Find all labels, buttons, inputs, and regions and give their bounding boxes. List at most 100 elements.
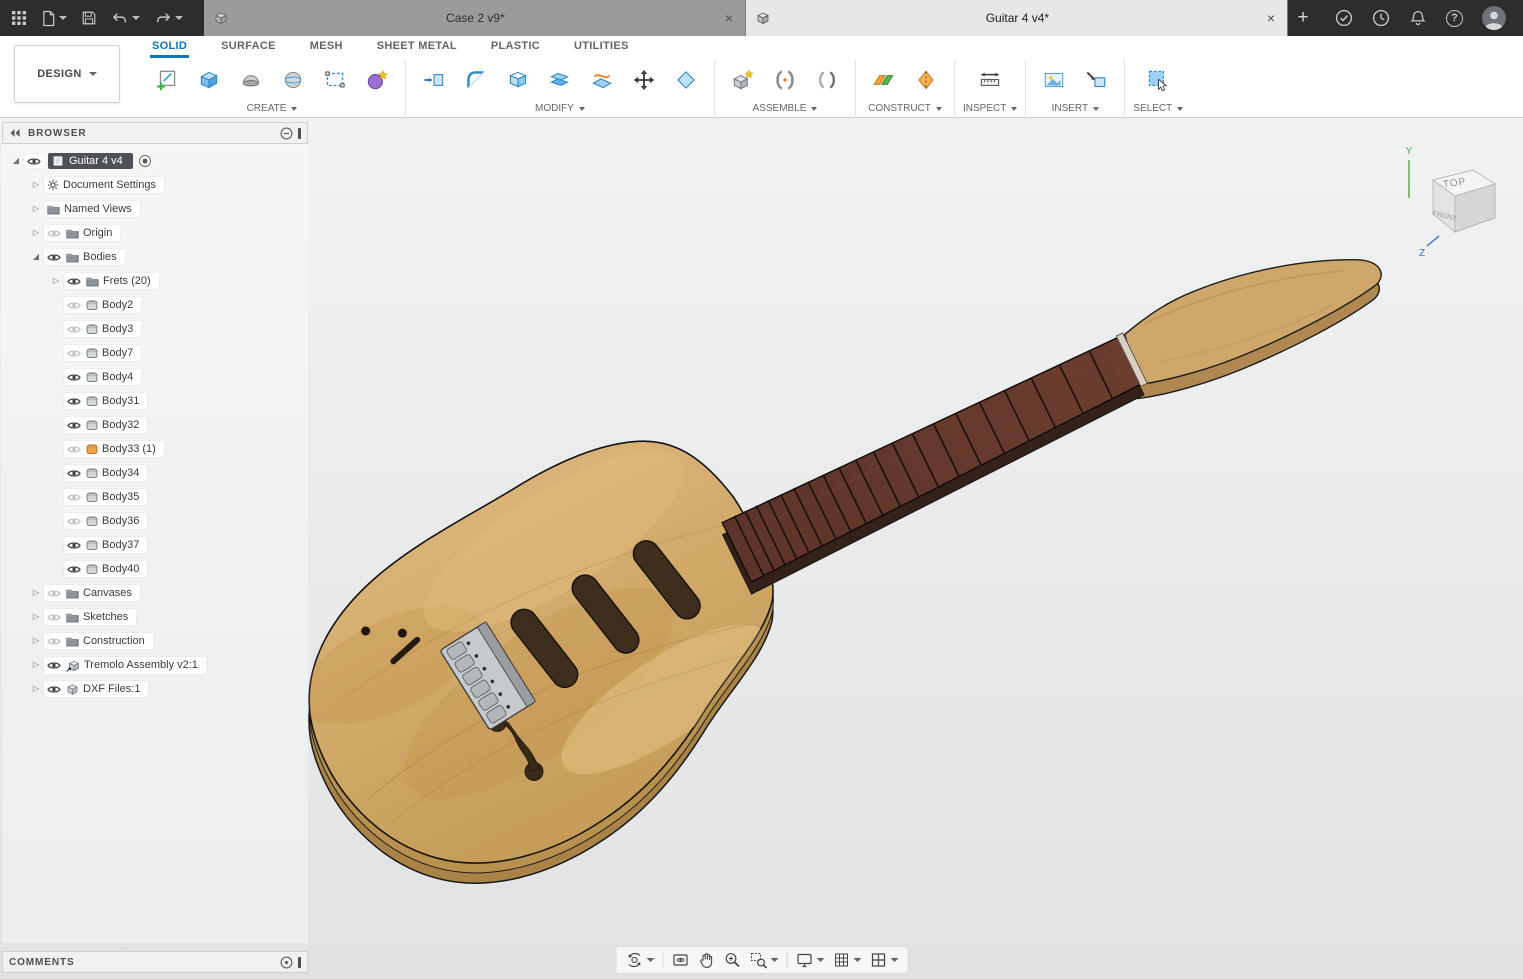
redo-button[interactable] <box>149 7 188 29</box>
visibility-eye-icon[interactable] <box>67 493 82 502</box>
create-menu[interactable]: CREATE <box>247 103 298 114</box>
view-cube[interactable]: Y Z TOP FRONT <box>1389 140 1509 260</box>
combine-tool[interactable] <box>540 60 580 100</box>
modify-menu[interactable]: MODIFY <box>535 103 585 114</box>
browser-row[interactable]: Body31 <box>2 389 308 413</box>
visibility-eye-icon[interactable] <box>67 469 82 478</box>
joint-tool[interactable] <box>765 60 805 100</box>
extrude-tool[interactable] <box>189 60 229 100</box>
fillet-tool[interactable] <box>456 60 496 100</box>
look-at-tool[interactable] <box>668 949 692 971</box>
measure-tool[interactable] <box>970 60 1010 100</box>
visibility-eye-icon[interactable] <box>67 325 82 334</box>
browser-row[interactable]: Body4 <box>2 365 308 389</box>
browser-row[interactable]: ▷ Document Settings <box>2 173 308 197</box>
file-menu-button[interactable] <box>36 6 72 31</box>
visibility-eye-icon[interactable] <box>67 301 82 310</box>
activate-component-radio[interactable] <box>136 153 153 169</box>
close-tab-icon[interactable]: × <box>1265 11 1277 25</box>
tab-solid[interactable]: SOLID <box>150 40 190 58</box>
sphere-tool[interactable] <box>273 60 313 100</box>
move-tool[interactable] <box>624 60 664 100</box>
tab-utilities[interactable]: UTILITIES <box>572 40 631 58</box>
shell-tool[interactable] <box>498 60 538 100</box>
browser-row[interactable]: ▷ Origin <box>2 221 308 245</box>
browser-root-row[interactable]: ◢ Guitar 4 v4 <box>2 149 308 173</box>
tab-surface[interactable]: SURFACE <box>219 40 278 58</box>
visibility-eye-icon[interactable] <box>67 421 82 430</box>
insert-derive-tool[interactable] <box>1076 60 1116 100</box>
visibility-eye-icon[interactable] <box>67 541 82 550</box>
visibility-eye-icon[interactable] <box>27 157 42 166</box>
document-tab-case2[interactable]: Case 2 v9* × <box>204 0 746 36</box>
create-sketch-tool[interactable] <box>147 60 187 100</box>
new-component-tool[interactable] <box>723 60 763 100</box>
collapse-browser-icon[interactable] <box>9 128 21 138</box>
history-button[interactable] <box>1367 5 1395 31</box>
expand-arrow-icon[interactable]: ▷ <box>28 229 44 237</box>
active-component-badge[interactable]: Guitar 4 v4 <box>48 153 133 169</box>
inspect-menu[interactable]: INSPECT <box>963 103 1018 114</box>
insert-canvas-tool[interactable] <box>1034 60 1074 100</box>
assemble-menu[interactable]: ASSEMBLE <box>753 103 818 114</box>
browser-row[interactable]: ▷ Construction <box>2 629 308 653</box>
display-settings-tool[interactable] <box>792 949 827 971</box>
expand-arrow-icon[interactable]: ▷ <box>28 205 44 213</box>
browser-row[interactable]: ▷ Tremolo Assembly v2:1 <box>2 653 308 677</box>
visibility-eye-icon[interactable] <box>67 373 82 382</box>
orbit-tool[interactable] <box>622 949 657 971</box>
comments-options-icon[interactable] <box>280 956 293 969</box>
comments-bar[interactable]: COMMENTS <box>2 951 308 973</box>
document-tab-guitar4[interactable]: Guitar 4 v4* × <box>746 0 1288 36</box>
browser-row[interactable]: Body40 <box>2 557 308 581</box>
panel-resize-grip[interactable] <box>298 127 301 139</box>
browser-row[interactable]: Body37 <box>2 533 308 557</box>
browser-row[interactable]: Body2 <box>2 293 308 317</box>
guitar-model[interactable] <box>245 118 1462 942</box>
visibility-eye-icon[interactable] <box>47 637 62 646</box>
browser-row[interactable]: ▷ Canvases <box>2 581 308 605</box>
visibility-eye-icon[interactable] <box>47 253 62 262</box>
close-tab-icon[interactable]: × <box>723 11 735 25</box>
workspace-selector[interactable]: DESIGN <box>14 45 120 103</box>
insert-menu[interactable]: INSERT <box>1052 103 1100 114</box>
split-body-tool[interactable] <box>582 60 622 100</box>
job-status-button[interactable] <box>1330 5 1358 31</box>
visibility-eye-icon[interactable] <box>47 229 62 238</box>
browser-row[interactable]: Body34 <box>2 461 308 485</box>
press-pull-tool[interactable] <box>414 60 454 100</box>
expand-arrow-icon[interactable]: ▷ <box>28 181 44 189</box>
offset-face-tool[interactable] <box>666 60 706 100</box>
select-tool[interactable] <box>1138 60 1178 100</box>
visibility-eye-icon[interactable] <box>67 565 82 574</box>
expand-arrow-icon[interactable]: ▷ <box>28 685 44 693</box>
browser-row[interactable]: ▷ Sketches <box>2 605 308 629</box>
browser-row[interactable]: Body32 <box>2 413 308 437</box>
browser-row[interactable]: Body33 (1) <box>2 437 308 461</box>
app-grid-button[interactable] <box>6 6 32 30</box>
expand-arrow-icon[interactable]: ▷ <box>28 613 44 621</box>
zoom-tool[interactable] <box>720 949 744 971</box>
construction-plane-tool[interactable] <box>864 60 904 100</box>
revolve-tool[interactable] <box>231 60 271 100</box>
expand-arrow-icon[interactable]: ◢ <box>28 253 44 261</box>
help-button[interactable]: ? <box>1441 6 1468 31</box>
visibility-eye-icon[interactable] <box>67 445 82 454</box>
undo-button[interactable] <box>106 7 145 29</box>
pan-tool[interactable] <box>694 949 718 971</box>
visibility-eye-icon[interactable] <box>67 517 82 526</box>
browser-row[interactable]: Body36 <box>2 509 308 533</box>
expand-arrow-icon[interactable]: ◢ <box>8 157 24 165</box>
select-menu[interactable]: SELECT <box>1133 103 1184 114</box>
visibility-eye-icon[interactable] <box>67 349 82 358</box>
visibility-eye-icon[interactable] <box>67 277 82 286</box>
visibility-eye-icon[interactable] <box>47 685 62 694</box>
save-button[interactable] <box>76 6 102 30</box>
panel-resize-grip[interactable] <box>298 956 301 968</box>
visibility-eye-icon[interactable] <box>67 397 82 406</box>
browser-row[interactable]: Body7 <box>2 341 308 365</box>
visibility-eye-icon[interactable] <box>47 613 62 622</box>
browser-row[interactable]: Body3 <box>2 317 308 341</box>
new-tab-button[interactable]: + <box>1288 0 1318 36</box>
visibility-eye-icon[interactable] <box>47 661 62 670</box>
